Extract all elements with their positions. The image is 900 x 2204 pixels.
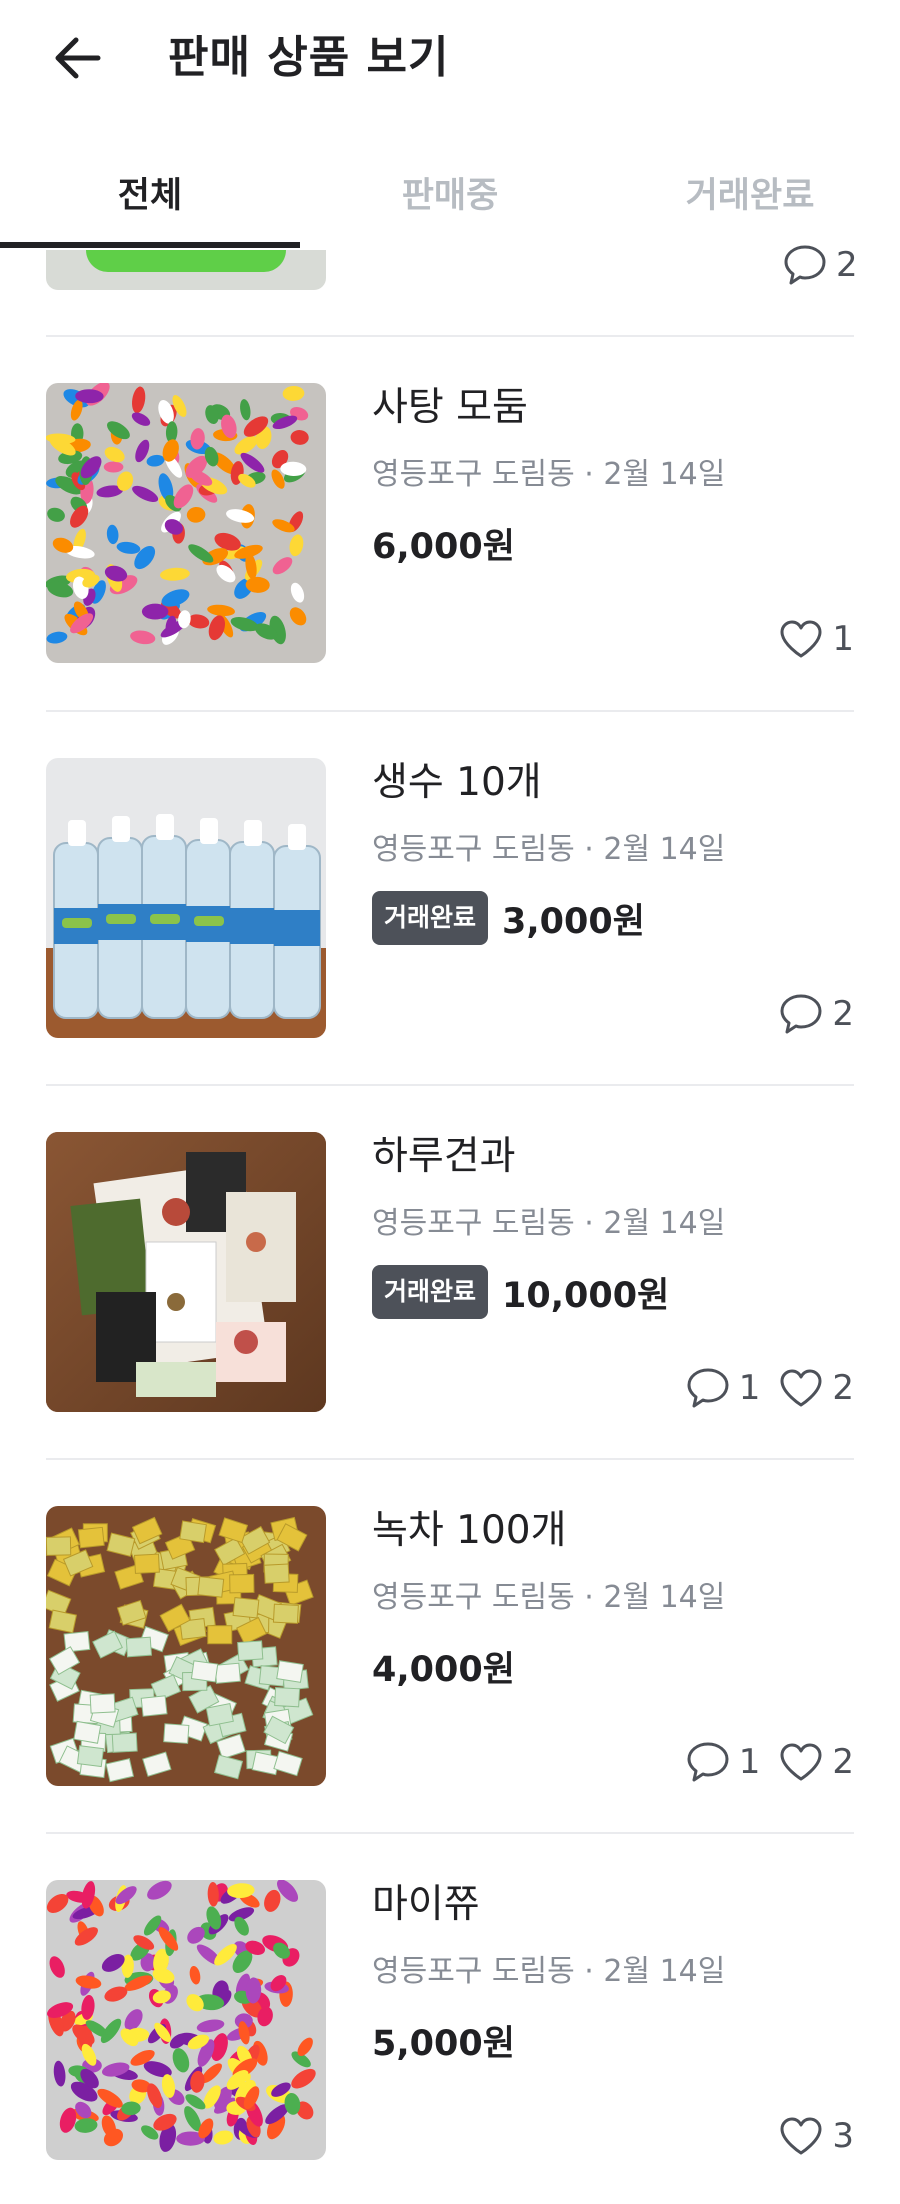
product-title: 하루견과 [372, 1134, 516, 1179]
divider [46, 1832, 854, 1834]
product-meta: 영등포구 도림동 · 2월 14일 [372, 1954, 726, 1989]
product-meta: 영등포구 도림동 · 2월 14일 [372, 1580, 726, 1615]
partial-item-thumbnail[interactable] [46, 250, 326, 290]
location: 영등포구 도림동 [372, 832, 575, 867]
heart-icon [780, 1743, 822, 1781]
comment-count-group: 1 [685, 1740, 761, 1784]
comment-count: 2 [836, 245, 858, 285]
tab-all[interactable]: 전체 [0, 148, 300, 244]
product-meta: 영등포구 도림동 · 2월 14일 [372, 1206, 726, 1241]
product-item[interactable]: 마이쮸 영등포구 도림동 · 2월 14일 5,000원 3 [0, 1880, 900, 2180]
heart-icon [780, 1369, 822, 1407]
product-price: 10,000원 [502, 1275, 670, 1316]
comment-icon [780, 994, 822, 1034]
location: 영등포구 도림동 [372, 457, 575, 492]
product-thumbnail [46, 1506, 326, 1786]
product-title: 녹차 100개 [372, 1508, 567, 1553]
date: 2월 14일 [603, 1580, 726, 1615]
divider [46, 1084, 854, 1086]
product-title: 사탕 모둠 [372, 385, 528, 430]
sold-badge: 거래완료 [372, 891, 489, 945]
like-count: 1 [832, 619, 854, 659]
product-item[interactable]: 녹차 100개 영등포구 도림동 · 2월 14일 4,000원 1 2 [0, 1506, 900, 1806]
price-row: 4,000원 [372, 1638, 515, 1694]
price-row: 5,000원 [372, 2012, 515, 2068]
heart-icon [780, 2117, 822, 2155]
like-count: 2 [832, 1742, 854, 1782]
product-thumbnail [46, 383, 326, 663]
product-price: 6,000원 [372, 526, 515, 567]
price-row: 6,000원 [372, 515, 515, 571]
date: 2월 14일 [603, 1206, 726, 1241]
product-item[interactable]: 생수 10개 영등포구 도림동 · 2월 14일 거래완료 3,000원 2 [0, 758, 900, 1058]
back-arrow-icon [55, 37, 101, 79]
comment-icon [687, 1368, 729, 1408]
back-button[interactable] [48, 28, 108, 88]
comment-count: 1 [738, 1742, 761, 1782]
tab-sold-out[interactable]: 거래완료 [600, 148, 900, 244]
product-meta: 영등포구 도림동 · 2월 14일 [372, 457, 726, 492]
comment-icon [687, 1742, 729, 1782]
reaction-counts: 1 [760, 615, 854, 663]
product-price: 3,000원 [502, 901, 645, 942]
date: 2월 14일 [603, 457, 726, 492]
active-tab-indicator [0, 242, 300, 248]
like-count-group: 3 [778, 2115, 854, 2157]
sold-badge: 거래완료 [372, 1265, 489, 1319]
partial-item-comment-count: 2 [782, 242, 858, 288]
reaction-counts: 3 [760, 2112, 854, 2160]
product-item[interactable]: 하루견과 영등포구 도림동 · 2월 14일 거래완료 10,000원 1 2 [0, 1132, 900, 1432]
comment-count-group: 2 [778, 992, 854, 1036]
comment-count: 2 [832, 994, 854, 1034]
comment-icon [784, 245, 826, 285]
like-count-group: 2 [778, 1741, 854, 1783]
date: 2월 14일 [603, 1954, 726, 1989]
location: 영등포구 도림동 [372, 1954, 575, 1989]
reaction-counts: 1 2 [667, 1738, 854, 1786]
tab-bar: 전체 판매중 거래완료 [0, 148, 900, 248]
location: 영등포구 도림동 [372, 1580, 575, 1615]
divider [46, 335, 854, 337]
product-meta: 영등포구 도림동 · 2월 14일 [372, 832, 726, 867]
price-row: 거래완료 3,000원 [372, 890, 645, 946]
divider [46, 710, 854, 712]
product-title: 생수 10개 [372, 760, 542, 805]
product-thumbnail [46, 1880, 326, 2160]
date: 2월 14일 [603, 832, 726, 867]
like-count: 2 [832, 1368, 854, 1408]
product-item[interactable]: 사탕 모둠 영등포구 도림동 · 2월 14일 6,000원 1 [0, 383, 900, 683]
tab-on-sale[interactable]: 판매중 [300, 148, 600, 244]
app-header: 판매 상품 보기 [0, 0, 900, 118]
product-price: 5,000원 [372, 2023, 515, 2064]
reaction-counts: 2 [760, 990, 854, 1038]
divider [46, 1458, 854, 1460]
product-title: 마이쮸 [372, 1882, 480, 1927]
product-thumbnail [46, 1132, 326, 1412]
comment-count: 1 [738, 1368, 761, 1408]
product-price: 4,000원 [372, 1649, 515, 1690]
heart-icon [780, 620, 822, 658]
location: 영등포구 도림동 [372, 1206, 575, 1241]
price-row: 거래완료 10,000원 [372, 1264, 669, 1320]
like-count: 3 [832, 2116, 854, 2156]
like-count-group: 1 [778, 618, 854, 660]
comment-count-group: 1 [685, 1366, 761, 1410]
reaction-counts: 1 2 [667, 1364, 854, 1412]
like-count-group: 2 [778, 1367, 854, 1409]
product-thumbnail [46, 758, 326, 1038]
page-title: 판매 상품 보기 [168, 32, 450, 83]
